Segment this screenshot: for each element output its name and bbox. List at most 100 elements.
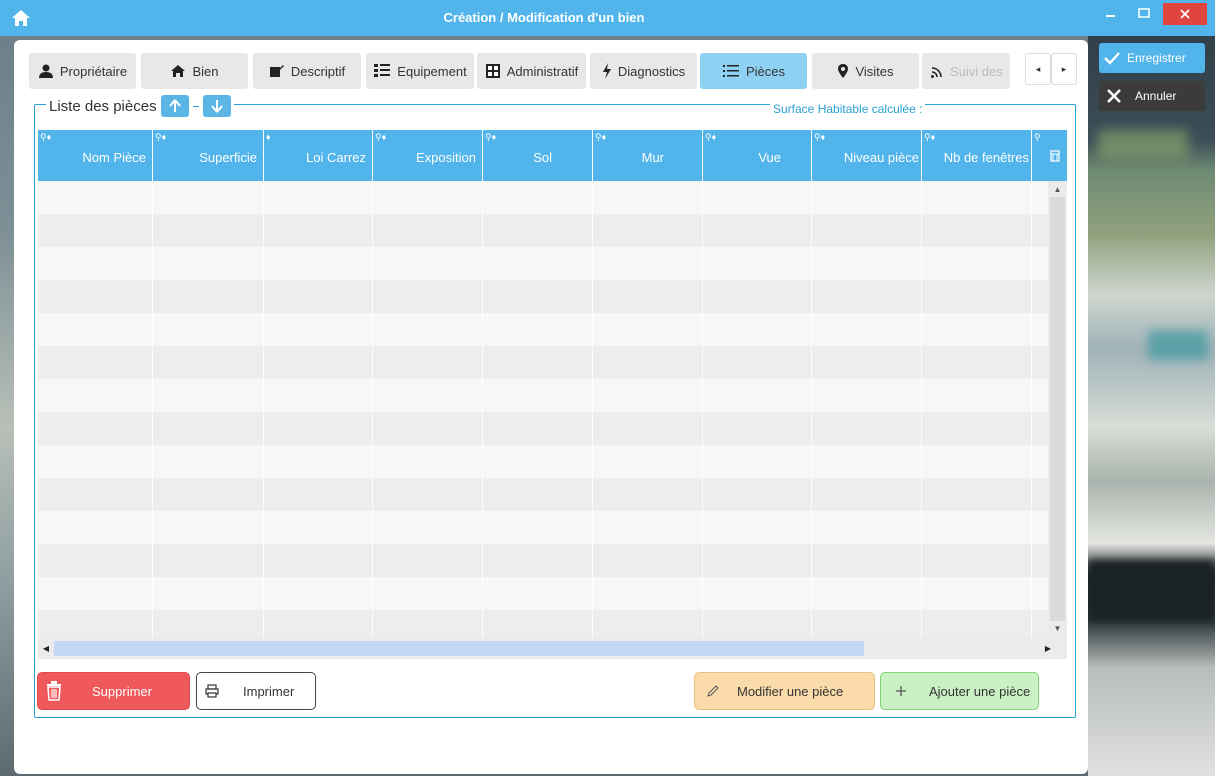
tab-administratif[interactable]: Administratif (477, 53, 586, 89)
table-row[interactable] (38, 280, 1048, 313)
search-sort-icon[interactable]: ⚲♦ (375, 132, 386, 143)
column-header-loi-carrez[interactable]: ♦ Loi Carrez (264, 130, 373, 181)
tab-scroll-right-button[interactable]: ▸ (1051, 53, 1077, 85)
column-header-exposition[interactable]: ⚲♦ Exposition (373, 130, 483, 181)
tab-proprietaire[interactable]: Propriétaire (29, 53, 136, 89)
tab-pieces[interactable]: Pièces (700, 53, 807, 89)
section-title: Liste des pièces (49, 97, 157, 115)
table-row[interactable] (38, 313, 1048, 346)
tab-scroll-left-button[interactable]: ◂ (1025, 53, 1051, 85)
table-row[interactable] (38, 478, 1048, 511)
table-row[interactable] (38, 445, 1048, 478)
minimize-icon (1106, 15, 1115, 17)
search-sort-icon[interactable]: ⚲♦ (924, 132, 935, 143)
table-row[interactable] (38, 379, 1048, 412)
table-row[interactable] (38, 214, 1048, 247)
move-down-button[interactable] (202, 95, 231, 117)
search-sort-icon[interactable]: ⚲♦ (485, 132, 496, 143)
search-sort-icon[interactable]: ⚲♦ (155, 132, 166, 143)
modify-room-button[interactable]: Modifier une pièce (694, 672, 875, 710)
tab-label: Suivi des (950, 63, 1003, 79)
tab-label: Diagnostics (617, 63, 686, 79)
tab-label: Visites (855, 63, 894, 79)
tab-label: Administratif (506, 63, 579, 79)
column-header-sol[interactable]: ⚲♦ Sol (483, 130, 593, 181)
house-icon (171, 65, 186, 77)
modify-room-label: Modifier une pièce (737, 683, 844, 699)
vertical-scrollbar[interactable]: ▲ ▼ (1048, 181, 1067, 638)
minimize-button[interactable] (1097, 0, 1125, 26)
tab-bar: Propriétaire Bien Descriptif Equipement … (29, 53, 1077, 89)
tab-label: Descriptif (290, 63, 346, 79)
save-label: Enregistrer (1127, 51, 1186, 65)
table-row[interactable] (38, 511, 1048, 544)
column-header-vue[interactable]: ⚲♦ Vue (703, 130, 812, 181)
delete-button[interactable]: Supprimer (37, 672, 190, 710)
trash-icon (47, 681, 61, 701)
close-icon (1180, 9, 1190, 19)
search-sort-icon[interactable]: ⚲ (1034, 132, 1041, 143)
arrow-up-icon (168, 99, 181, 112)
plus-icon (896, 686, 906, 696)
scroll-down-icon[interactable]: ▼ (1050, 622, 1065, 636)
calculator-icon (485, 64, 500, 78)
maximize-button[interactable] (1131, 0, 1157, 26)
tab-visites[interactable]: Visites (812, 53, 919, 89)
list-lines-icon (722, 65, 739, 77)
search-sort-icon[interactable]: ⚲♦ (40, 132, 51, 143)
tab-bien[interactable]: Bien (141, 53, 248, 89)
table-header: ⚲♦ Nom Pièce ⚲♦ Superficie ♦ Loi Carrez ⚲♦ E… (38, 130, 1067, 181)
search-sort-icon[interactable]: ⚲♦ (814, 132, 825, 143)
tab-label: Pièces (745, 63, 786, 79)
column-header-overflow[interactable]: ⚲ (1032, 130, 1067, 181)
column-header-mur[interactable]: ⚲♦ Mur (593, 130, 703, 181)
maximize-icon (1138, 8, 1150, 18)
move-up-button[interactable] (160, 95, 189, 117)
column-chooser-icon[interactable] (1050, 150, 1060, 162)
map-marker-icon (838, 64, 849, 78)
column-header-nb-fenetres[interactable]: ⚲♦ Nb de fenêtres (922, 130, 1032, 181)
column-header-nom-piece[interactable]: ⚲♦ Nom Pièce (38, 130, 153, 181)
column-header-superficie[interactable]: ⚲♦ Superficie (153, 130, 264, 181)
arrow-down-icon (210, 100, 223, 113)
table-row[interactable] (38, 181, 1048, 214)
cancel-button[interactable]: Annuler (1099, 81, 1205, 111)
tab-label: Bien (192, 63, 219, 79)
scroll-left-icon[interactable]: ◀ (39, 641, 53, 656)
save-button[interactable]: Enregistrer (1099, 43, 1205, 73)
table-row[interactable] (38, 346, 1048, 379)
add-room-button[interactable]: Ajouter une pièce (880, 672, 1039, 710)
surface-habitable-label: Surface Habitable calculée : (770, 102, 926, 116)
column-header-niveau-piece[interactable]: ⚲♦ Niveau pièce (812, 130, 922, 181)
search-sort-icon[interactable]: ⚲♦ (595, 132, 606, 143)
tab-suivi[interactable]: Suivi des (922, 53, 1010, 89)
printer-icon (205, 684, 219, 698)
table-row[interactable] (38, 610, 1048, 638)
sort-icon[interactable]: ♦ (266, 132, 271, 142)
list-icon (374, 64, 391, 77)
pieces-table[interactable]: ⚲♦ Nom Pièce ⚲♦ Superficie ♦ Loi Carrez ⚲♦ E… (38, 130, 1067, 659)
add-room-label: Ajouter une pièce (929, 683, 1031, 699)
tab-equipement[interactable]: Equipement (366, 53, 474, 89)
title-bar: Création / Modification d'un bien (0, 0, 1215, 36)
user-icon (38, 64, 53, 78)
scroll-up-icon[interactable]: ▲ (1050, 183, 1065, 197)
tab-diagnostics[interactable]: Diagnostics (590, 53, 697, 89)
table-row[interactable] (38, 577, 1048, 610)
x-icon (1107, 89, 1121, 103)
print-button[interactable]: Imprimer (196, 672, 316, 710)
close-button[interactable] (1163, 3, 1207, 25)
delete-label: Supprimer (92, 683, 152, 699)
vertical-scroll-thumb[interactable] (1050, 197, 1065, 621)
search-sort-icon[interactable]: ⚲♦ (705, 132, 716, 143)
table-row[interactable] (38, 412, 1048, 445)
horizontal-scrollbar[interactable]: ◀ ▶ (38, 638, 1067, 659)
table-row[interactable] (38, 247, 1048, 280)
table-row[interactable] (38, 544, 1048, 577)
lightning-icon (602, 63, 611, 79)
horizontal-scroll-thumb[interactable] (54, 641, 864, 656)
tab-descriptif[interactable]: Descriptif (253, 53, 361, 89)
scroll-right-icon[interactable]: ▶ (1041, 641, 1055, 656)
window-title: Création / Modification d'un bien (443, 10, 645, 25)
tab-label: Propriétaire (59, 63, 128, 79)
